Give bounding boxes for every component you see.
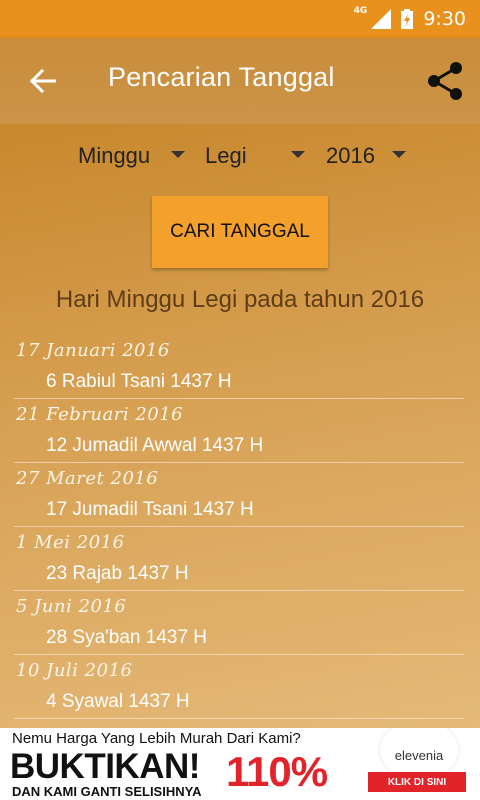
divider (14, 590, 464, 591)
divider (14, 654, 464, 655)
gregorian-date: 10 Juli 2016 (16, 660, 133, 681)
chevron-down-icon (392, 151, 406, 158)
ad-line1: Nemu Harga Yang Lebih Murah Dari Kami? (12, 730, 301, 747)
results-list: 17 Januari 2016 6 Rabiul Tsani 1437 H 21… (0, 336, 480, 720)
gregorian-date: 21 Februari 2016 (16, 404, 184, 425)
list-item[interactable]: 5 Juni 2016 28 Sya'ban 1437 H (0, 592, 480, 656)
list-item[interactable]: 27 Maret 2016 17 Jumadil Tsani 1437 H (0, 464, 480, 528)
hijri-date: 23 Rajab 1437 H (46, 563, 189, 584)
selectors-row: Minggu Legi 2016 (0, 140, 480, 172)
gregorian-date: 5 Juni 2016 (16, 596, 127, 617)
share-icon (428, 62, 462, 100)
divider (14, 526, 464, 527)
hijri-date: 17 Jumadil Tsani 1437 H (46, 499, 254, 520)
clock: 9:30 (423, 8, 466, 30)
content-area: Minggu Legi 2016 CARI TANGGAL Hari Mingg… (0, 124, 480, 728)
ad-percent: 110% (226, 748, 328, 795)
battery-charging-icon (401, 9, 414, 29)
divider (14, 398, 464, 399)
hijri-date: 28 Sya'ban 1437 H (46, 627, 208, 648)
ad-brand: elevenia (394, 747, 444, 763)
ad-line2: DAN KAMI GANTI SELISIHNYA (12, 784, 202, 799)
hijri-date: 12 Jumadil Awwal 1437 H (46, 435, 264, 456)
gregorian-date: 1 Mei 2016 (16, 532, 125, 553)
year-select-value: 2016 (326, 143, 375, 168)
page-title: Pencarian Tanggal (108, 62, 335, 92)
arrow-left-icon (30, 69, 56, 93)
hijri-date: 4 Syawal 1437 H (46, 691, 190, 712)
year-select[interactable]: 2016 (326, 140, 408, 172)
result-title: Hari Minggu Legi pada tahun 2016 (55, 286, 425, 313)
list-item[interactable]: 21 Februari 2016 12 Jumadil Awwal 1437 H (0, 400, 480, 464)
share-button[interactable] (424, 60, 466, 102)
chevron-down-icon (291, 151, 305, 158)
divider (14, 462, 464, 463)
back-button[interactable] (26, 64, 60, 98)
divider (14, 718, 464, 719)
network-type: 4G (353, 6, 368, 16)
pasaran-select-value: Legi (205, 143, 247, 168)
list-item[interactable]: 1 Mei 2016 23 Rajab 1437 H (0, 528, 480, 592)
gregorian-date: 17 Januari 2016 (16, 340, 170, 361)
day-select[interactable]: Minggu (78, 140, 188, 172)
list-item[interactable]: 10 Juli 2016 4 Syawal 1437 H (0, 656, 480, 720)
ad-banner[interactable]: Nemu Harga Yang Lebih Murah Dari Kami? B… (0, 728, 480, 800)
signal-icon (371, 9, 392, 29)
ad-cta-button[interactable]: KLIK DI SINI (368, 772, 466, 792)
day-select-value: Minggu (78, 143, 151, 168)
app-bar: Pencarian Tanggal (0, 38, 480, 124)
gregorian-date: 27 Maret 2016 (16, 468, 159, 489)
hijri-date: 6 Rabiul Tsani 1437 H (46, 371, 232, 392)
search-date-button[interactable]: CARI TANGGAL (152, 196, 328, 268)
list-item[interactable]: 17 Januari 2016 6 Rabiul Tsani 1437 H (0, 336, 480, 400)
pasaran-select[interactable]: Legi (205, 140, 309, 172)
chevron-down-icon (171, 151, 185, 158)
status-bar: 4G 9:30 (0, 0, 480, 38)
ad-headline: BUKTIKAN! (10, 747, 200, 786)
